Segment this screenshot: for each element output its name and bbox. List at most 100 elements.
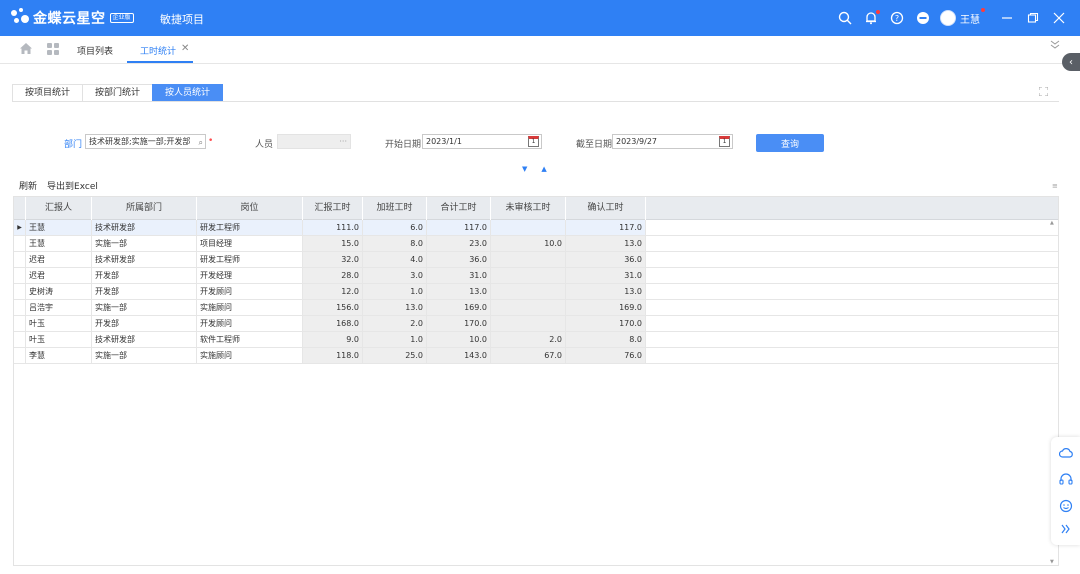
user-menu[interactable]: 王慧 bbox=[940, 8, 985, 27]
cell-overtime-hours[interactable]: 4.0 bbox=[363, 252, 427, 267]
cell-unreviewed-hours[interactable]: 2.0 bbox=[491, 332, 566, 347]
cell-total-hours[interactable]: 31.0 bbox=[427, 268, 491, 283]
cell-confirmed-hours[interactable]: 117.0 bbox=[566, 220, 646, 235]
cell-overtime-hours[interactable]: 1.0 bbox=[363, 284, 427, 299]
cell-unreviewed-hours[interactable]: 10.0 bbox=[491, 236, 566, 251]
query-button[interactable]: 查询 bbox=[756, 134, 824, 152]
cell-overtime-hours[interactable]: 25.0 bbox=[363, 348, 427, 363]
start-date-field[interactable]: 2023/1/1 1 bbox=[422, 134, 542, 149]
cell-reporter[interactable]: 史树涛 bbox=[26, 284, 92, 299]
cell-unreviewed-hours[interactable] bbox=[491, 284, 566, 299]
refresh-button[interactable]: 刷新 bbox=[19, 179, 37, 192]
cell-department[interactable]: 技术研发部 bbox=[92, 252, 197, 267]
cell-position[interactable]: 研发工程师 bbox=[197, 252, 303, 267]
cell-unreviewed-hours[interactable] bbox=[491, 300, 566, 315]
cell-reporter[interactable]: 王慧 bbox=[26, 236, 92, 251]
cell-department[interactable]: 开发部 bbox=[92, 268, 197, 283]
table-row[interactable]: 迟君 技术研发部 研发工程师 32.0 4.0 36.0 36.0 bbox=[14, 252, 1058, 268]
cell-total-hours[interactable]: 23.0 bbox=[427, 236, 491, 251]
cell-position[interactable]: 研发工程师 bbox=[197, 220, 303, 235]
cell-reported-hours[interactable]: 111.0 bbox=[303, 220, 363, 235]
cell-total-hours[interactable]: 13.0 bbox=[427, 284, 491, 299]
col-confirmed-hours[interactable]: 确认工时 bbox=[566, 197, 646, 220]
table-row[interactable]: 李慧 实施一部 实施顾问 118.0 25.0 143.0 67.0 76.0 bbox=[14, 348, 1058, 364]
cell-reported-hours[interactable]: 156.0 bbox=[303, 300, 363, 315]
tab-project-list[interactable]: 项目列表 bbox=[77, 44, 113, 57]
smile-icon[interactable] bbox=[1058, 498, 1074, 514]
col-department[interactable]: 所属部门 bbox=[92, 197, 197, 220]
cell-unreviewed-hours[interactable] bbox=[491, 220, 566, 235]
side-collapse-handle[interactable]: ‹ bbox=[1062, 53, 1080, 71]
cell-confirmed-hours[interactable]: 31.0 bbox=[566, 268, 646, 283]
cell-reporter[interactable]: 迟君 bbox=[26, 252, 92, 267]
cell-confirmed-hours[interactable]: 169.0 bbox=[566, 300, 646, 315]
cell-unreviewed-hours[interactable] bbox=[491, 268, 566, 283]
subtab-by-project[interactable]: 按项目统计 bbox=[12, 84, 84, 101]
cell-confirmed-hours[interactable]: 8.0 bbox=[566, 332, 646, 347]
cell-reported-hours[interactable]: 12.0 bbox=[303, 284, 363, 299]
cell-unreviewed-hours[interactable]: 67.0 bbox=[491, 348, 566, 363]
cell-confirmed-hours[interactable]: 76.0 bbox=[566, 348, 646, 363]
tab-hours-stats[interactable]: 工时统计 bbox=[140, 44, 176, 57]
dept-field[interactable]: 技术研发部;实施一部;开发部 ⌕ bbox=[85, 134, 206, 149]
cell-reporter[interactable]: 迟君 bbox=[26, 268, 92, 283]
subtab-by-department[interactable]: 按部门统计 bbox=[82, 84, 154, 101]
person-field[interactable]: ··· bbox=[277, 134, 351, 149]
calendar-icon[interactable]: 1 bbox=[528, 136, 539, 147]
cell-department[interactable]: 技术研发部 bbox=[92, 220, 197, 235]
cell-total-hours[interactable]: 10.0 bbox=[427, 332, 491, 347]
cell-position[interactable]: 开发顾问 bbox=[197, 284, 303, 299]
arrow-up-icon[interactable]: ▲ bbox=[541, 165, 560, 173]
table-row[interactable]: 叶玉 开发部 开发顾问 168.0 2.0 170.0 170.0 bbox=[14, 316, 1058, 332]
cell-confirmed-hours[interactable]: 170.0 bbox=[566, 316, 646, 331]
cell-total-hours[interactable]: 36.0 bbox=[427, 252, 491, 267]
cell-reported-hours[interactable]: 168.0 bbox=[303, 316, 363, 331]
collapse-toggle[interactable]: ▼▲ bbox=[522, 165, 561, 173]
cell-department[interactable]: 技术研发部 bbox=[92, 332, 197, 347]
cell-unreviewed-hours[interactable] bbox=[491, 252, 566, 267]
search-icon[interactable] bbox=[836, 9, 854, 27]
cell-position[interactable]: 实施顾问 bbox=[197, 348, 303, 363]
double-chevron-right-icon[interactable] bbox=[1058, 521, 1074, 537]
col-position[interactable]: 岗位 bbox=[197, 197, 303, 220]
home-icon[interactable] bbox=[19, 42, 33, 58]
cell-department[interactable]: 开发部 bbox=[92, 284, 197, 299]
help-icon[interactable]: ? bbox=[888, 9, 906, 27]
cell-reporter[interactable]: 吕浩宇 bbox=[26, 300, 92, 315]
cell-department[interactable]: 实施一部 bbox=[92, 348, 197, 363]
end-date-field[interactable]: 2023/9/27 1 bbox=[612, 134, 733, 149]
scroll-up-icon[interactable]: ▲ bbox=[1050, 220, 1054, 226]
tab-close-icon[interactable]: ✕ bbox=[181, 43, 189, 54]
cloud-icon[interactable] bbox=[1058, 444, 1074, 460]
cell-overtime-hours[interactable]: 1.0 bbox=[363, 332, 427, 347]
cell-position[interactable]: 项目经理 bbox=[197, 236, 303, 251]
cell-position[interactable]: 开发经理 bbox=[197, 268, 303, 283]
cell-reporter[interactable]: 叶玉 bbox=[26, 316, 92, 331]
toolbar-menu-icon[interactable]: ≡ bbox=[1052, 182, 1058, 190]
cell-overtime-hours[interactable]: 8.0 bbox=[363, 236, 427, 251]
cell-overtime-hours[interactable]: 6.0 bbox=[363, 220, 427, 235]
cell-overtime-hours[interactable]: 3.0 bbox=[363, 268, 427, 283]
cell-reporter[interactable]: 王慧 bbox=[26, 220, 92, 235]
cell-total-hours[interactable]: 117.0 bbox=[427, 220, 491, 235]
table-row[interactable]: 王慧 实施一部 项目经理 15.0 8.0 23.0 10.0 13.0 bbox=[14, 236, 1058, 252]
cell-reported-hours[interactable]: 15.0 bbox=[303, 236, 363, 251]
scroll-down-icon[interactable]: ▼ bbox=[1050, 559, 1054, 565]
table-row[interactable]: ▶ 王慧 技术研发部 研发工程师 111.0 6.0 117.0 117.0 bbox=[14, 220, 1058, 236]
table-row[interactable]: 叶玉 技术研发部 软件工程师 9.0 1.0 10.0 2.0 8.0 bbox=[14, 332, 1058, 348]
col-overtime-hours[interactable]: 加班工时 bbox=[363, 197, 427, 220]
cell-reporter[interactable]: 李慧 bbox=[26, 348, 92, 363]
more-icon[interactable]: ··· bbox=[339, 135, 347, 148]
col-reporter[interactable]: 汇报人 bbox=[26, 197, 92, 220]
calendar-icon[interactable]: 1 bbox=[719, 136, 730, 147]
cell-department[interactable]: 实施一部 bbox=[92, 236, 197, 251]
cell-reported-hours[interactable]: 9.0 bbox=[303, 332, 363, 347]
table-row[interactable]: 迟君 开发部 开发经理 28.0 3.0 31.0 31.0 bbox=[14, 268, 1058, 284]
cell-reporter[interactable]: 叶玉 bbox=[26, 332, 92, 347]
close-icon[interactable] bbox=[1050, 9, 1068, 27]
cell-total-hours[interactable]: 169.0 bbox=[427, 300, 491, 315]
minus-circle-icon[interactable] bbox=[914, 9, 932, 27]
table-row[interactable]: 吕浩宇 实施一部 实施顾问 156.0 13.0 169.0 169.0 bbox=[14, 300, 1058, 316]
cell-position[interactable]: 实施顾问 bbox=[197, 300, 303, 315]
cell-reported-hours[interactable]: 118.0 bbox=[303, 348, 363, 363]
